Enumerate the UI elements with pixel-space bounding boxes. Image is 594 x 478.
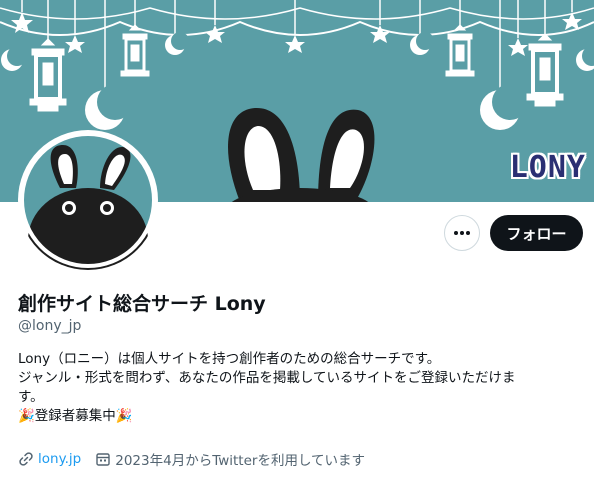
bio-line: ジャンル・形式を問わず、あなたの作品を掲載しているサイトをご登録いただけま — [18, 370, 516, 386]
avatar[interactable] — [18, 130, 158, 270]
bio-line: Lony（ロニー）は個人サイトを持つ創作者のための総合サーチです。 — [18, 351, 441, 367]
profile-bio: Lony（ロニー）は個人サイトを持つ創作者のための総合サーチです。 ジャンル・形… — [18, 350, 578, 426]
joined-item: 2023年4月からTwitterを利用しています — [95, 449, 365, 469]
more-options-button[interactable] — [444, 215, 480, 251]
bio-line: 🎉登録者募集中🎉 — [18, 408, 133, 424]
calendar-icon — [96, 453, 110, 466]
profile-meta: lony.jp 2023年4月からTwitterを利用しています — [18, 449, 379, 469]
display-name: 創作サイト総合サーチ Lony — [18, 293, 266, 315]
bio-line: す。 — [18, 389, 44, 405]
ellipsis-icon — [454, 231, 470, 235]
user-handle: @lony_jp — [18, 318, 82, 334]
bunny-avatar-icon — [20, 132, 156, 270]
joined-date: 2023年4月からTwitterを利用しています — [115, 453, 366, 469]
website-link[interactable]: lony.jp — [38, 451, 81, 467]
website-item: lony.jp — [18, 451, 81, 467]
follow-button[interactable]: フォロー — [490, 215, 583, 251]
link-icon — [19, 452, 33, 466]
banner-logo-text: LONY — [509, 150, 586, 185]
